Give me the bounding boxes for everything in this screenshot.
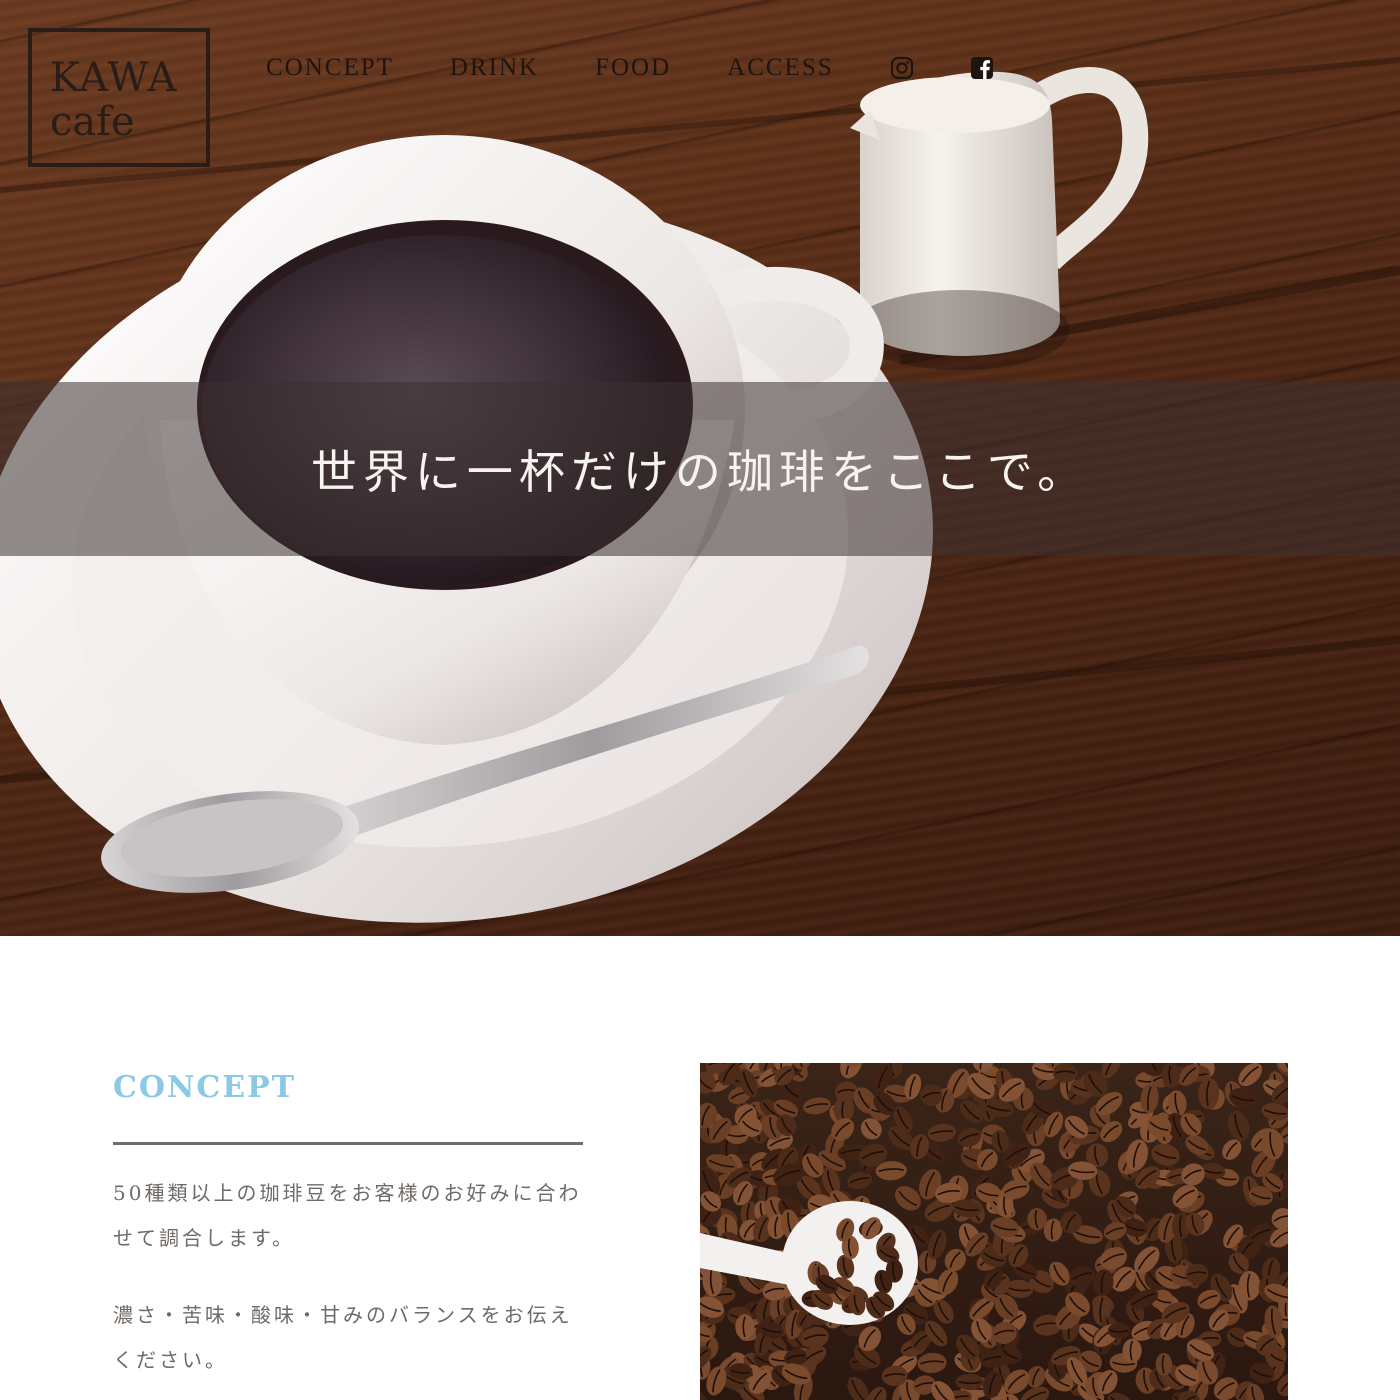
hero-banner: 世界に一杯だけの珈琲をここで。 [0,382,1400,556]
hero-section: KAWA cafe CONCEPT DRINK FOOD ACCESS 世界に一… [0,0,1400,936]
concept-section: CONCEPT 50種類以上の珈琲豆をお客様のお好みに合わせて調合します。 濃さ… [0,936,1400,1400]
coffee-beans-photo [700,1063,1288,1400]
facebook-icon[interactable] [970,56,994,80]
concept-paragraph-1: 50種類以上の珈琲豆をお客様のお好みに合わせて調合します。 [113,1181,582,1250]
nav-drink[interactable]: DRINK [450,54,539,82]
concept-paragraph-2: 濃さ・苦味・酸味・甘みのバランスをお伝えください。 [113,1303,573,1372]
main-nav: CONCEPT DRINK FOOD ACCESS [266,54,1050,82]
nav-access[interactable]: ACCESS [727,54,833,82]
nav-food[interactable]: FOOD [595,54,671,82]
logo-line-1: KAWA [50,55,178,101]
instagram-icon[interactable] [890,56,914,80]
concept-divider [113,1142,583,1145]
coffee-beans-image [700,1063,1288,1400]
hero-headline: 世界に一杯だけの珈琲をここで。 [310,445,1090,499]
social-links [890,56,1050,80]
nav-concept[interactable]: CONCEPT [266,54,394,82]
site-logo[interactable]: KAWA cafe [28,28,210,167]
concept-title: CONCEPT [113,1070,297,1105]
logo-line-2: cafe [50,99,135,145]
